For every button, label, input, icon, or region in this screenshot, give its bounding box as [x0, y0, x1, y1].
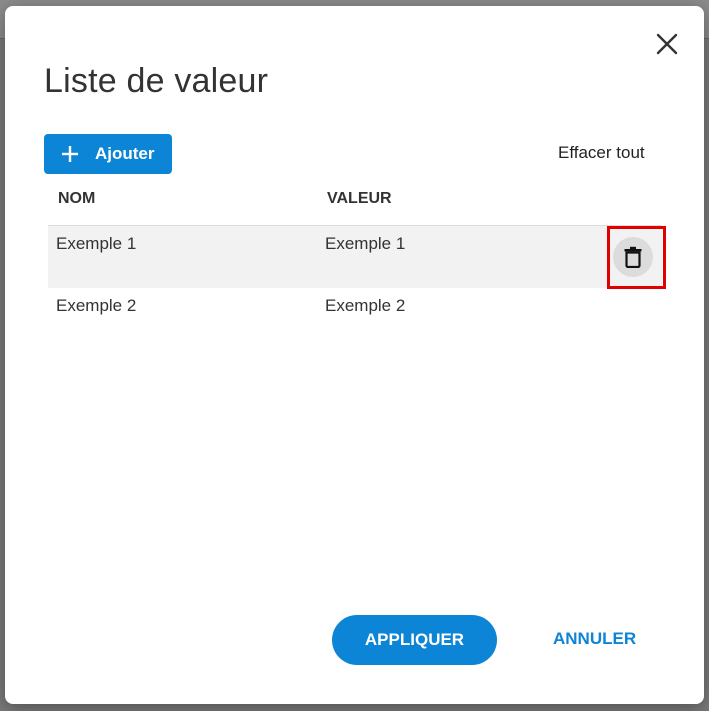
table-row: Exemple 2 Exemple 2 [48, 288, 662, 336]
delete-row-button[interactable] [613, 237, 653, 277]
row-name-cell: Exemple 2 [56, 296, 137, 315]
plus-icon [62, 146, 78, 162]
add-button[interactable]: Ajouter [44, 134, 172, 174]
close-icon [656, 33, 678, 55]
table-row: Exemple 1 Exemple 1 [48, 225, 662, 288]
row-name-cell: Exemple 1 [56, 234, 137, 253]
dialog-title: Liste de valeur [44, 62, 269, 100]
row-value-cell: Exemple 2 [325, 296, 406, 315]
cancel-button[interactable]: ANNULER [553, 629, 636, 649]
column-header-name: NOM [58, 190, 96, 207]
clear-all-button[interactable]: Effacer tout [558, 143, 645, 163]
trash-icon [624, 246, 642, 268]
close-button[interactable] [653, 30, 681, 58]
add-button-label: Ajouter [95, 144, 155, 163]
row-value-cell: Exemple 1 [325, 234, 406, 253]
column-header-value: VALEUR [327, 190, 392, 207]
value-list-dialog: Liste de valeur Ajouter Effacer tout NOM… [5, 6, 704, 704]
apply-button[interactable]: APPLIQUER [332, 615, 497, 665]
